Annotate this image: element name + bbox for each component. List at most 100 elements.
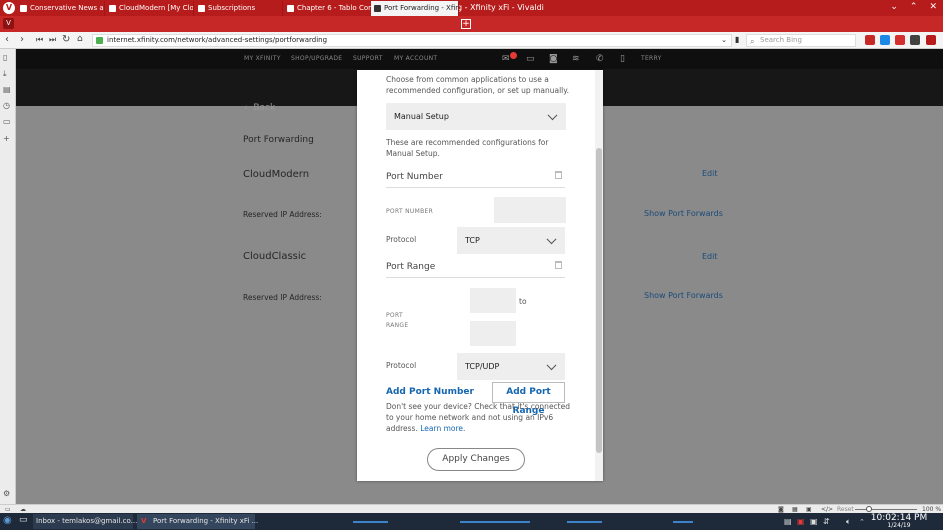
new-tab-button[interactable]: + (461, 19, 471, 29)
protocol-label: Protocol (386, 361, 417, 370)
zoom-slider-handle[interactable] (866, 506, 872, 512)
clock-date: 1/24/19 (887, 522, 911, 529)
home-icon[interactable]: ⌂ (77, 34, 83, 44)
favicon-icon (20, 5, 27, 12)
address-bar: ‹ › ⏮ ⏭ ↻ ⌂ internet.xfinity.com/network… (0, 32, 943, 49)
extension-check-icon[interactable] (880, 35, 890, 45)
bookmark-icon[interactable]: ▮ (735, 35, 739, 44)
mail-badge (510, 52, 517, 59)
chevron-down-icon[interactable]: ⌄ (721, 35, 727, 46)
port-number-title: Port Number (386, 172, 443, 182)
notes-icon[interactable]: ▤ (3, 85, 11, 94)
nav-my-account[interactable]: MY ACCOUNT (394, 55, 437, 62)
recommended-note: These are recommended configurations for… (386, 138, 549, 158)
nav-shop-upgrade[interactable]: SHOP/UPGRADE (291, 55, 342, 62)
setup-select[interactable]: Manual Setup (386, 103, 566, 130)
back-icon[interactable]: ‹ (5, 34, 9, 45)
user-menu[interactable]: TERRY (641, 55, 662, 62)
extension-red-icon[interactable] (926, 35, 936, 45)
chevron-up-icon[interactable]: ⌃ (859, 518, 865, 526)
extension-mail-icon[interactable] (865, 35, 875, 45)
taskbar: ◉ ▭ Inbox - temlakos@gmail.co... V Port … (0, 513, 943, 530)
workspace-indicator[interactable] (460, 521, 530, 523)
zoom-slider[interactable] (855, 509, 917, 510)
tab-subscriptions[interactable]: Subscriptions (195, 1, 283, 16)
port-number-input[interactable] (494, 197, 566, 223)
status-bar: ▭ ☁ ◙ ▦ ▣ </> Reset 100 % (0, 504, 943, 513)
maximize-icon[interactable]: ⌃ (910, 2, 918, 12)
reserved-ip-label: Reserved IP Address: (243, 210, 322, 219)
port-range-end-input[interactable] (470, 321, 516, 346)
trash-icon[interactable] (555, 171, 562, 179)
desktop-icon[interactable]: ▭ (19, 515, 28, 525)
apply-changes-button[interactable]: Apply Changes (427, 448, 525, 471)
volume-icon[interactable]: 🔈︎ (846, 517, 851, 527)
vivaldi-tray-icon[interactable]: ▣ (797, 517, 805, 526)
tab-port-forwarding[interactable]: Port Forwarding - Xfinity (371, 1, 459, 16)
tv-icon[interactable]: ▭ (526, 54, 535, 64)
window-controls: ⌄ ⌃ ✕ (878, 2, 937, 12)
minimize-icon[interactable]: ⌄ (890, 2, 898, 12)
workspace-indicator[interactable] (353, 521, 388, 523)
port-forward-modal: Choose from common applications to use a… (357, 70, 603, 481)
camera-icon[interactable]: ◙ (549, 54, 558, 64)
protocol-select[interactable]: TCP (457, 227, 565, 254)
url-input[interactable]: internet.xfinity.com/network/advanced-se… (92, 34, 732, 47)
network-icon[interactable]: ⇵ (823, 517, 830, 526)
history-icon[interactable]: ◷ (3, 101, 10, 110)
tab-bar (0, 16, 943, 32)
chevron-down-icon (547, 109, 558, 120)
clipboard-icon[interactable]: ▤ (784, 517, 792, 526)
wifi-icon[interactable]: ≋ (572, 54, 580, 64)
help-text: Don't see your device? Check that it's c… (386, 402, 570, 433)
show-port-forwards-link[interactable]: Show Port Forwards (644, 209, 723, 218)
close-icon[interactable]: ✕ (929, 2, 937, 12)
nav-my-xfinity[interactable]: MY XFINITY (244, 55, 281, 62)
modal-scrollbar-thumb[interactable] (596, 148, 602, 453)
tab-chapter6[interactable]: Chapter 6 - Tablo Conne (284, 1, 372, 16)
workspace-indicator[interactable] (567, 521, 602, 523)
vivaldi-menu-button[interactable]: V (3, 18, 14, 29)
mobile-icon[interactable]: ▯ (620, 54, 625, 64)
trash-icon[interactable] (555, 261, 562, 269)
fedora-menu-icon[interactable]: ◉ (3, 515, 12, 526)
mail-icon[interactable]: ✉ (502, 54, 510, 64)
lock-icon (96, 37, 103, 44)
favicon-icon (109, 5, 116, 12)
add-port-number-link[interactable]: Add Port Number (386, 387, 474, 397)
bookmarks-icon[interactable]: ▯ (3, 53, 7, 62)
add-port-range-button[interactable]: Add Port Range (492, 382, 565, 416)
fast-forward-icon[interactable]: ⏭ (49, 35, 56, 45)
forward-icon[interactable]: › (20, 34, 24, 45)
youtube-icon (198, 5, 205, 12)
learn-more-link[interactable]: Learn more. (420, 424, 465, 433)
add-panel-icon[interactable]: + (3, 134, 10, 143)
port-number-label: PORT NUMBER (386, 208, 434, 215)
back-link[interactable]: ‹ Back (244, 103, 275, 113)
window-panel-icon[interactable]: ▭ (3, 117, 11, 126)
protocol-select[interactable]: TCP/UDP (457, 353, 565, 380)
taskbar-item-label: Port Forwarding - Xfinity xFi ... (153, 517, 259, 525)
vivaldi-icon: V (141, 517, 147, 525)
tab-conservative-news[interactable]: Conservative News and (17, 1, 105, 16)
rewind-icon[interactable]: ⏮ (36, 35, 43, 45)
phone-icon[interactable]: ✆ (596, 54, 604, 64)
edit-link[interactable]: Edit (702, 252, 718, 261)
edit-link[interactable]: Edit (702, 169, 718, 178)
extension-icon[interactable] (910, 35, 920, 45)
reserved-ip-label: Reserved IP Address: (243, 293, 322, 302)
reload-icon[interactable]: ↻ (62, 34, 70, 45)
port-range-start-input[interactable] (470, 288, 516, 313)
extension-abp-icon[interactable] (895, 35, 905, 45)
downloads-icon[interactable]: ⤓ (3, 69, 7, 79)
site-top-nav: MY XFINITY SHOP/UPGRADE SUPPORT MY ACCOU… (16, 49, 943, 69)
workspace-indicator[interactable] (673, 521, 693, 523)
tray-app-icon[interactable]: ▣ (810, 517, 818, 526)
nav-support[interactable]: SUPPORT (353, 55, 383, 62)
close-tab-icon[interactable] (374, 5, 381, 12)
divider (386, 187, 565, 188)
settings-gear-icon[interactable]: ⚙ (3, 489, 10, 498)
show-port-forwards-link[interactable]: Show Port Forwards (644, 291, 723, 300)
search-input[interactable]: ⌕ Search Bing (746, 34, 856, 47)
tab-cloudmodern[interactable]: CloudModern [My Cloud (106, 1, 194, 16)
